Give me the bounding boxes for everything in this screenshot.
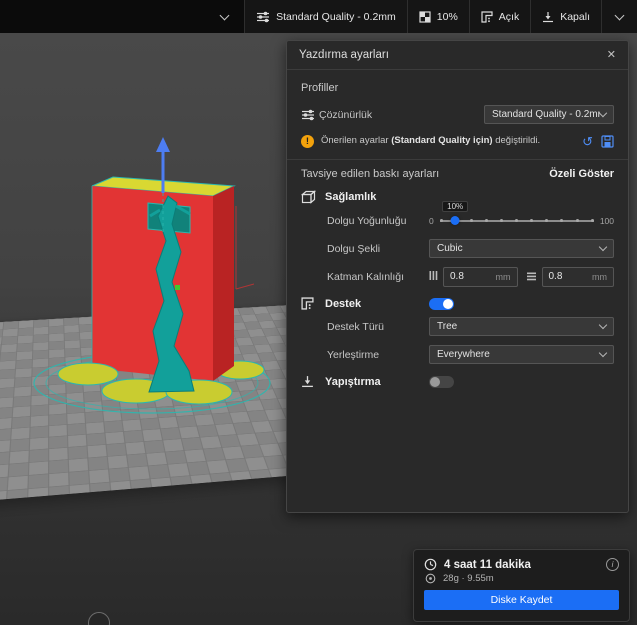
top-bottom-thickness-unit: mm [592,271,607,282]
adhesion-summary-label: Kapalı [560,10,590,23]
chevron-down-icon [598,320,608,330]
panel-title: Yazdırma ayarları [299,49,389,61]
material-icon [425,573,436,584]
warning-icon: ! [301,134,314,148]
slider-ticks [439,219,594,222]
wall-thickness-unit: mm [495,271,511,282]
infill-icon [419,10,431,23]
clock-icon [424,558,437,571]
slider-min-label: 0 [429,215,434,226]
close-icon[interactable]: ✕ [607,49,616,61]
print-settings-summary[interactable]: Standard Quality - 0.2mm 10% Açık Kapalı [244,0,637,33]
printer-selector[interactable] [0,0,245,33]
strength-icon [301,190,325,204]
shell-thickness-row: Katman Kalınlığı 0.8 mm 0.8 mm [301,264,614,289]
chevron-down-icon [598,348,608,358]
slider-max-label: 100 [599,215,614,226]
support-placement-row: Yerleştirme Everywhere [301,342,614,367]
profile-summary-label: Standard Quality - 0.2mm [276,10,396,23]
support-icon [481,10,493,23]
support-placement-dropdown[interactable]: Everywhere [429,345,614,364]
sliders-icon [257,11,270,22]
print-time-estimate: 4 saat 11 dakika [444,558,531,571]
profiles-heading: Profiller [301,82,339,94]
support-type-value: Tree [437,321,458,332]
save-to-disk-button[interactable]: Diske Kaydet [424,590,619,610]
infill-slider[interactable]: 10% [439,200,594,229]
panel-header: Yazdırma ayarları ✕ [287,41,628,70]
support-type-row: Destek Türü Tree [301,314,614,339]
warning-text: Önerilen ayarlar (Standard Quality için)… [321,135,541,147]
divider [287,159,628,160]
infill-pattern-value: Cubic [437,243,463,254]
adhesion-icon [543,11,554,22]
adhesion-section-icon [301,375,325,388]
profile-summary-segment[interactable]: Standard Quality - 0.2mm [244,0,407,33]
resolution-value: Standard Quality - 0.2mm [492,109,601,120]
slider-handle[interactable] [450,216,460,225]
infill-pattern-row: Dolgu Şekli Cubic [301,236,614,261]
x-axis-indicator [235,206,255,290]
support-placement-value: Everywhere [437,349,490,360]
support-title: Destek [325,297,362,310]
resolution-label: Çözünürlük [319,108,373,121]
resolution-row: Çözünürlük Standard Quality - 0.2mm [301,102,614,127]
info-icon[interactable]: i [606,558,619,571]
support-placement-label: Yerleştirme [327,348,380,361]
recommended-heading: Tavsiye edilen baskı ayarları [301,168,440,180]
infill-pattern-label: Dolgu Şekli [327,242,381,255]
job-summary-card: 4 saat 11 dakika i 28g · 9.55m Diske Kay… [413,549,630,622]
chevron-down-icon [614,10,625,20]
origin-indicator [175,285,180,290]
support-toggle[interactable] [429,297,454,310]
infill-pattern-dropdown[interactable]: Cubic [429,239,614,258]
support-section-header: Destek [301,297,614,310]
top-bottom-thickness-input[interactable]: 0.8 mm [541,266,614,287]
recommended-row: Tavsiye edilen baskı ayarları Özeli Göst… [301,168,614,180]
slider-tooltip: 10% [442,200,469,212]
resolution-dropdown[interactable]: Standard Quality - 0.2mm [484,105,614,124]
infill-summary-segment[interactable]: 10% [406,0,469,33]
top-bar: Standard Quality - 0.2mm 10% Açık Kapalı [0,0,637,33]
settings-summary-caret[interactable] [601,0,637,33]
wall-thickness-value: 0.8 [450,271,464,282]
show-custom-button[interactable]: Özeli Göster [549,168,614,180]
support-type-dropdown[interactable]: Tree [429,317,614,336]
support-summary-segment[interactable]: Açık [468,0,530,33]
adhesion-toggle[interactable] [429,375,454,388]
infill-density-label: Dolgu Yoğunluğu [327,214,407,227]
infill-density-row: Dolgu Yoğunluğu 0 10% 100 [301,200,614,233]
support-summary-label: Açık [498,10,520,23]
wall-thickness-icon [429,268,438,286]
support-section-icon [301,297,325,310]
adhesion-section-header: Yapıştırma [301,375,614,388]
print-settings-panel: Yazdırma ayarları ✕ Profiller Çözünürlük… [286,40,629,513]
modified-settings-warning: ! Önerilen ayarlar (Standard Quality içi… [301,131,614,151]
resolution-icon [301,109,319,121]
material-estimate: 28g · 9.55m [443,573,494,584]
top-bottom-thickness-value: 0.8 [548,271,563,282]
save-profile-icon[interactable] [601,134,614,148]
chevron-down-icon [598,242,608,252]
wall-thickness-input[interactable]: 0.8 mm [443,266,518,287]
strength-title: Sağlamlık [325,191,377,203]
reset-changes-icon[interactable]: ↺ [582,135,593,148]
chevron-down-icon [219,10,230,20]
shell-thickness-label: Katman Kalınlığı [327,270,405,283]
adhesion-summary-segment[interactable]: Kapalı [530,0,601,33]
support-type-label: Destek Türü [327,320,384,333]
infill-summary-label: 10% [436,10,458,23]
adhesion-title: Yapıştırma [325,375,381,388]
top-bottom-thickness-icon [526,268,537,286]
